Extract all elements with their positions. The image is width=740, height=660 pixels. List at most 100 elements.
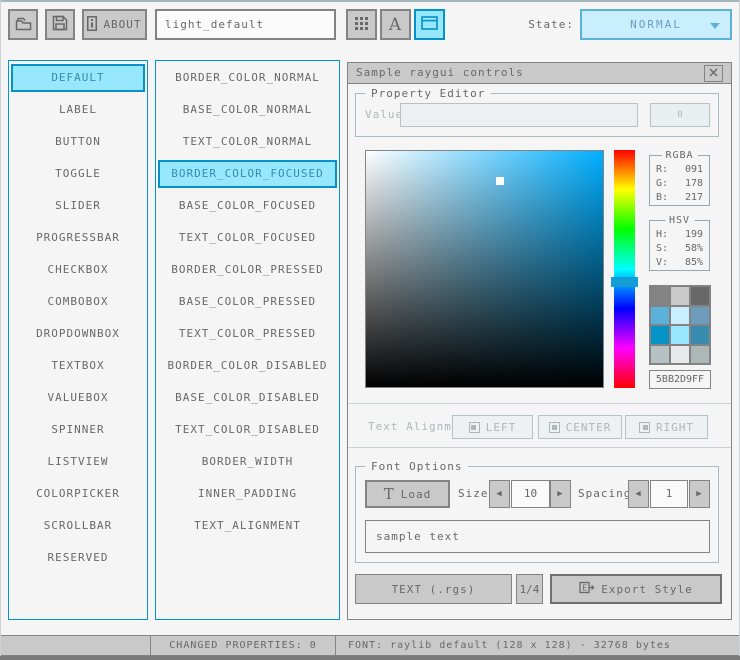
property-item-border_color_normal[interactable]: BORDER_COLOR_NORMAL [158,64,337,92]
color-swatch[interactable] [691,287,709,305]
font-view-button[interactable]: A [380,9,411,40]
value-number: 217 [685,191,703,205]
property-item-border_width[interactable]: BORDER_WIDTH [158,448,337,476]
color-swatch[interactable] [691,307,709,325]
page-counter-label: 1/4 [520,583,540,596]
state-dropdown[interactable]: NORMAL [580,9,732,40]
color-swatch[interactable] [691,326,709,344]
control-item-toggle[interactable]: TOGGLE [11,160,145,188]
window-border-top [0,0,740,2]
property-item-inner_padding[interactable]: INNER_PADDING [158,480,337,508]
page-counter-button[interactable]: 1/4 [516,574,543,604]
control-item-listview[interactable]: LISTVIEW [11,448,145,476]
panel-close-button[interactable] [704,65,723,82]
align-left-icon [469,422,480,433]
control-item-colorpicker[interactable]: COLORPICKER [11,480,145,508]
value-key: G: [656,177,668,191]
color-swatch[interactable] [671,307,689,325]
property-item-text_color_pressed[interactable]: TEXT_COLOR_PRESSED [158,320,337,348]
property-item-text_color_focused[interactable]: TEXT_COLOR_FOCUSED [158,224,337,252]
control-item-progressbar[interactable]: PROGRESSBAR [11,224,145,252]
property-item-border_color_disabled[interactable]: BORDER_COLOR_DISABLED [158,352,337,380]
color-swatch[interactable] [671,346,689,364]
rguistyler-window: ABOUT A State: NORMAL DEFAULT LABEL BUTTON… [0,0,740,660]
control-item-reserved[interactable]: RESERVED [11,544,145,572]
statusbar-empty-segment [0,635,151,656]
color-swatch[interactable] [671,326,689,344]
value-key: V: [656,256,668,270]
align-right-button[interactable]: RIGHT [625,415,708,439]
close-icon [709,67,718,80]
export-format-button[interactable]: TEXT (.rgs) [355,574,512,604]
controls-view-button[interactable] [414,9,445,40]
load-font-button[interactable]: T Load [365,480,450,508]
about-button-label: ABOUT [103,18,141,31]
property-item-base_color_normal[interactable]: BASE_COLOR_NORMAL [158,96,337,124]
control-item-valuebox[interactable]: VALUEBOX [11,384,145,412]
value-number: 85% [685,256,703,270]
about-button[interactable]: ABOUT [82,9,147,40]
spacing-increase-button[interactable]: ▶ [689,480,710,508]
font-options-label: Font Options [365,460,468,473]
align-left-button[interactable]: LEFT [452,415,533,439]
window-panel-icon [421,16,438,33]
value-key: H: [656,228,668,242]
open-style-button[interactable] [8,9,38,40]
table-view-button[interactable] [346,9,377,40]
arrow-left-icon: ◀ [635,489,641,499]
property-item-base_color_disabled[interactable]: BASE_COLOR_DISABLED [158,384,337,412]
size-value[interactable]: 10 [511,480,550,508]
control-item-combobox[interactable]: COMBOBOX [11,288,145,316]
export-format-label: TEXT (.rgs) [392,583,476,596]
control-item-checkbox[interactable]: CHECKBOX [11,256,145,284]
color-saturation-value-panel[interactable] [365,150,604,388]
property-item-text_color_normal[interactable]: TEXT_COLOR_NORMAL [158,128,337,156]
arrow-right-icon: ▶ [557,489,563,499]
value-number: 199 [685,228,703,242]
color-swatch[interactable] [651,287,669,305]
spacing-decrease-button[interactable]: ◀ [628,480,649,508]
state-label: State: [528,9,574,40]
hue-slider[interactable] [614,150,635,388]
control-item-scrollbar[interactable]: SCROLLBAR [11,512,145,540]
color-swatch[interactable] [671,287,689,305]
property-item-border_color_focused[interactable]: BORDER_COLOR_FOCUSED [158,160,337,188]
spacing-value[interactable]: 1 [650,480,688,508]
property-item-base_color_focused[interactable]: BASE_COLOR_FOCUSED [158,192,337,220]
value-spinner-button[interactable]: 0 [650,103,710,127]
color-swatch[interactable] [651,346,669,364]
export-style-button[interactable]: E Export Style [550,574,722,604]
control-item-dropdownbox[interactable]: DROPDOWNBOX [11,320,145,348]
property-item-base_color_pressed[interactable]: BASE_COLOR_PRESSED [158,288,337,316]
color-swatch[interactable] [651,307,669,325]
size-decrease-button[interactable]: ◀ [489,480,510,508]
value-input[interactable] [400,103,638,127]
color-swatch[interactable] [691,346,709,364]
panel-title: Sample raygui controls [356,66,524,79]
panel-titlebar[interactable]: Sample raygui controls [348,63,731,84]
sample-text-box[interactable]: sample text [365,520,710,553]
floppy-disk-icon [52,15,68,34]
control-item-slider[interactable]: SLIDER [11,192,145,220]
grid-dots-icon [355,17,368,33]
color-marker[interactable] [496,177,504,185]
control-item-default[interactable]: DEFAULT [11,64,145,92]
hue-slider-handle[interactable] [611,277,638,287]
control-item-label[interactable]: LABEL [11,96,145,124]
style-name-input[interactable] [155,9,336,40]
hex-color-value[interactable]: 5BB2D9FF [649,370,711,389]
control-item-spinner[interactable]: SPINNER [11,416,145,444]
value-key: S: [656,242,668,256]
property-item-border_color_pressed[interactable]: BORDER_COLOR_PRESSED [158,256,337,284]
size-increase-button[interactable]: ▶ [550,480,571,508]
control-item-button[interactable]: BUTTON [11,128,145,156]
hsv-group: HSV H:199S:58%V:85% [649,220,710,271]
value-row: B:217 [656,191,703,205]
color-swatch[interactable] [651,326,669,344]
rgba-label: RGBA [661,149,697,162]
save-style-button[interactable] [45,9,75,40]
property-item-text_alignment[interactable]: TEXT_ALIGNMENT [158,512,337,540]
align-center-button[interactable]: CENTER [538,415,622,439]
control-item-textbox[interactable]: TEXTBOX [11,352,145,380]
property-item-text_color_disabled[interactable]: TEXT_COLOR_DISABLED [158,416,337,444]
